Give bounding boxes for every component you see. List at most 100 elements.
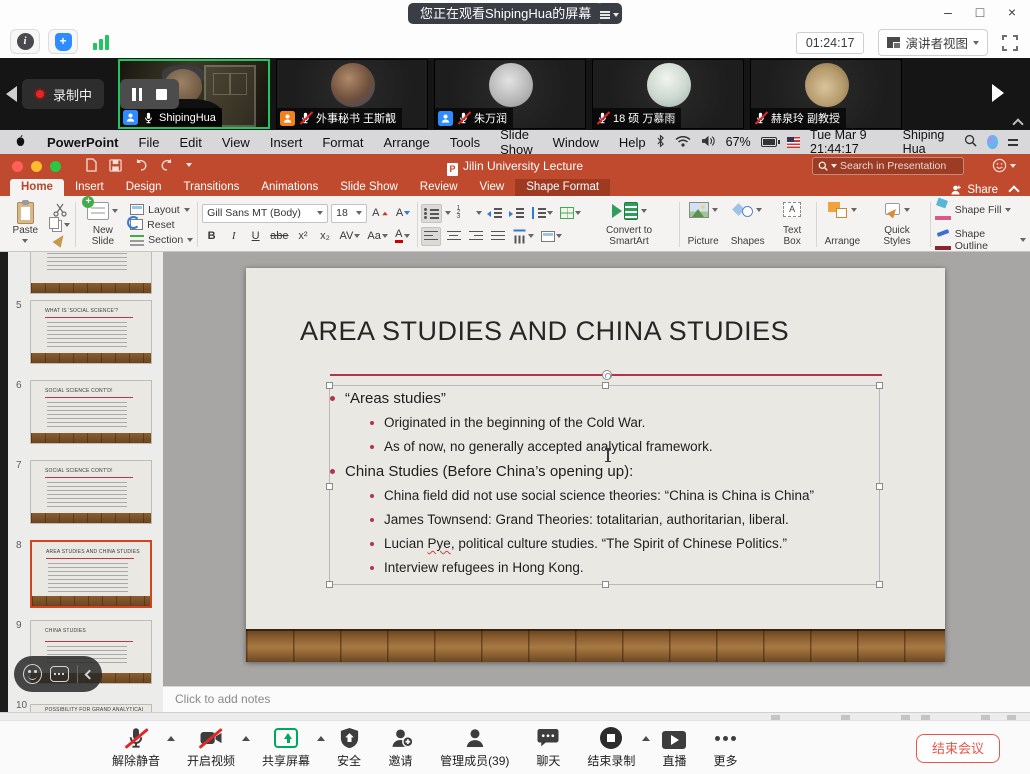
input-language-flag-icon[interactable] <box>787 137 800 148</box>
stop-recording-button[interactable]: 结束录制 <box>587 726 635 769</box>
collapse-ribbon-chevron[interactable] <box>1008 185 1019 196</box>
meeting-info-button[interactable]: i <box>10 29 40 54</box>
reset-button[interactable]: Reset <box>130 217 193 232</box>
change-case-button[interactable]: Aa <box>365 227 389 246</box>
justify-button[interactable] <box>488 227 507 246</box>
recording-options-caret[interactable] <box>642 736 650 741</box>
outdent-button[interactable] <box>485 204 504 223</box>
close-button[interactable]: × <box>1004 4 1020 20</box>
menu-insert[interactable]: Insert <box>260 135 313 150</box>
fullscreen-button[interactable] <box>1002 35 1018 51</box>
menubar-user-name[interactable]: Shiping Hua <box>903 128 955 156</box>
bold-button[interactable]: B <box>202 227 221 246</box>
strikethrough-button[interactable]: abe <box>268 227 290 246</box>
share-button[interactable]: Share <box>949 184 998 196</box>
chat-button[interactable]: 聊天 <box>536 726 560 769</box>
paste-button[interactable]: Paste <box>6 200 45 249</box>
slide-title[interactable]: AREA STUDIES AND CHINA STUDIES <box>300 316 789 347</box>
search-scope-chevron-icon[interactable] <box>831 164 837 168</box>
font-name-select[interactable]: Gill Sans MT (Body) <box>202 204 328 223</box>
align-center-button[interactable] <box>444 227 463 246</box>
menu-powerpoint[interactable]: PowerPoint <box>37 135 129 150</box>
siri-icon[interactable] <box>987 135 998 149</box>
tab-transitions[interactable]: Transitions <box>173 179 251 196</box>
volume-icon[interactable] <box>701 135 716 150</box>
font-size-select[interactable]: 18 <box>331 204 367 223</box>
shapes-button[interactable]: Shapes <box>727 200 769 249</box>
align-text-button[interactable] <box>539 227 564 246</box>
collapse-pill-chevron-icon[interactable] <box>85 669 95 679</box>
more-button[interactable]: 更多 <box>713 726 737 769</box>
slide-canvas[interactable]: AREA STUDIES AND CHINA STUDIES “Areas st… <box>246 268 945 662</box>
tab-animations[interactable]: Animations <box>250 179 329 196</box>
slide-bullet-list[interactable]: “Areas studies” Originated in the beginn… <box>330 390 890 584</box>
copy-button[interactable] <box>49 217 71 232</box>
encryption-shield-button[interactable]: + <box>48 29 78 54</box>
grow-font-button[interactable]: A <box>370 204 390 223</box>
layout-button[interactable]: Layout <box>130 202 193 217</box>
subscript-button[interactable]: x₂ <box>316 227 335 246</box>
participant-tile[interactable]: 外事秘书 王斯靓 <box>276 59 428 129</box>
reactions-emoji-icon[interactable] <box>23 664 42 684</box>
tab-slide-show[interactable]: Slide Show <box>329 179 409 196</box>
section-button[interactable]: Section <box>130 232 193 247</box>
bluetooth-icon[interactable] <box>656 134 665 151</box>
previous-participants-arrow[interactable] <box>6 86 17 102</box>
participant-tile[interactable]: 朱万润 <box>434 59 586 129</box>
next-participants-arrow[interactable] <box>992 84 1004 102</box>
menu-edit[interactable]: Edit <box>169 135 211 150</box>
tab-home[interactable]: Home <box>10 179 64 196</box>
video-options-caret[interactable] <box>242 736 250 741</box>
speaker-view-button[interactable]: 演讲者视图 <box>878 29 988 56</box>
share-screen-button[interactable]: 共享屏幕 <box>262 726 310 769</box>
italic-button[interactable]: I <box>224 227 243 246</box>
numbering-button[interactable]: 123 <box>454 204 473 223</box>
align-right-button[interactable] <box>466 227 485 246</box>
quick-styles-button[interactable]: Quick Styles <box>868 200 926 249</box>
manage-participants-button[interactable]: 管理成员(39) <box>440 726 509 769</box>
cut-button[interactable] <box>49 202 71 217</box>
menu-slide-show[interactable]: Slide Show <box>490 127 543 157</box>
convert-to-smartart-button[interactable]: Convert to SmartArt <box>583 200 674 249</box>
new-slide-button[interactable]: New Slide <box>80 200 127 249</box>
line-spacing-button[interactable] <box>529 204 555 223</box>
security-button[interactable]: 安全 <box>337 726 361 769</box>
thumbnail-slide-7[interactable]: SOCIAL SCIENCE CONT'D! <box>30 460 152 524</box>
thumbnail-slide-10[interactable]: POSSIBILITY FOR GRAND ANALYTICAL <box>30 704 152 712</box>
resize-handle-top-center[interactable] <box>602 382 609 389</box>
minimize-button[interactable]: – <box>940 4 956 20</box>
shape-outline-button[interactable]: Shape Outline <box>935 232 1026 247</box>
notes-pane[interactable]: Click to add notes <box>163 686 1030 712</box>
end-meeting-button[interactable]: 结束会议 <box>916 734 1000 763</box>
live-stream-button[interactable]: 直播 <box>662 726 686 769</box>
tab-shape-format[interactable]: Shape Format <box>515 179 610 196</box>
apple-menu-icon[interactable] <box>14 133 27 151</box>
menu-tools[interactable]: Tools <box>440 135 490 150</box>
notification-center-icon[interactable] <box>1008 139 1018 141</box>
menu-window[interactable]: Window <box>543 135 609 150</box>
superscript-button[interactable]: x² <box>294 227 313 246</box>
resize-handle-top-right[interactable] <box>876 382 883 389</box>
spotlight-search-icon[interactable] <box>964 134 977 150</box>
invite-button[interactable]: 邀请 <box>388 726 413 769</box>
start-video-button[interactable]: 开启视频 <box>187 726 235 769</box>
feedback-smiley-button[interactable] <box>992 158 1016 173</box>
viewing-options-button[interactable] <box>596 3 622 24</box>
arrange-button[interactable]: Arrange <box>821 200 865 249</box>
unmute-button[interactable]: 解除静音 <box>112 726 160 769</box>
resize-handle-top-left[interactable] <box>326 382 333 389</box>
share-options-caret[interactable] <box>317 736 325 741</box>
menubar-clock[interactable]: Tue Mar 9 21:44:17 <box>810 128 893 156</box>
stop-recording-button[interactable] <box>156 89 167 100</box>
thumbnail-slide-4[interactable] <box>30 252 152 294</box>
rotation-handle[interactable] <box>602 370 612 380</box>
thumbnail-slide-5[interactable]: WHAT IS 'SOCIAL SCIENCE'? <box>30 300 152 364</box>
text-box-button[interactable]: A Text Box <box>773 200 812 249</box>
shape-fill-button[interactable]: Shape Fill <box>935 202 1026 217</box>
add-table-button[interactable] <box>558 204 583 223</box>
participant-tile[interactable]: 18 硕 万慕雨 <box>592 59 744 129</box>
menu-help[interactable]: Help <box>609 135 656 150</box>
character-spacing-button[interactable]: AV <box>338 227 363 246</box>
tab-review[interactable]: Review <box>409 179 469 196</box>
thumbnail-slide-8-selected[interactable]: AREA STUDIES AND CHINA STUDIES <box>30 540 152 608</box>
